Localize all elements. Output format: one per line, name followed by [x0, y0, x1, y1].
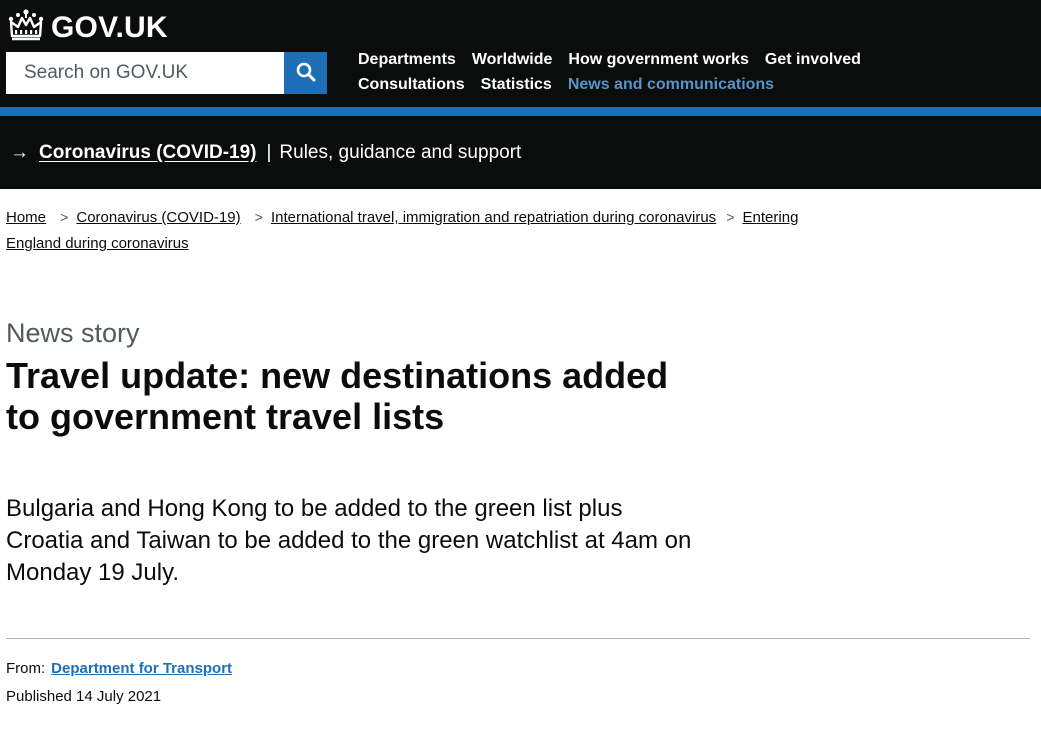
chevron-right-icon: >: [60, 209, 69, 225]
main-navigation: Departments Worldwide How government wor…: [358, 47, 918, 97]
nav-link-consultations[interactable]: Consultations: [358, 76, 465, 93]
breadcrumb-home[interactable]: Home: [6, 209, 46, 226]
covid-link[interactable]: Coronavirus (COVID-19): [39, 142, 256, 164]
divider: [6, 638, 1030, 639]
nav-link-statistics[interactable]: Statistics: [481, 76, 552, 93]
published-date: Published 14 July 2021: [6, 688, 162, 705]
site-header: GOV.UK Departments Worldwide How governm…: [0, 0, 1041, 107]
nav-link-get-involved[interactable]: Get involved: [765, 51, 861, 68]
search-button[interactable]: [284, 52, 327, 94]
from-row: From: Department for Transport: [6, 655, 232, 683]
article-caption: News story: [6, 318, 140, 348]
covid-banner: → Coronavirus (COVID-19) | Rules, guidan…: [0, 116, 1041, 189]
nav-link-news-and-communications[interactable]: News and communications: [568, 76, 774, 93]
nav-link-worldwide[interactable]: Worldwide: [472, 51, 553, 68]
header-accent-bar: [0, 107, 1041, 116]
arrow-right-icon: →: [10, 141, 29, 163]
crown-icon: [7, 8, 45, 47]
nav-link-how-government-works[interactable]: How government works: [568, 51, 748, 68]
chevron-right-icon: >: [726, 209, 735, 225]
breadcrumb: Home > Coronavirus (COVID-19) > Internatio…: [6, 204, 836, 257]
breadcrumb-international-travel[interactable]: International travel, immigration and re…: [271, 209, 716, 226]
covid-separator: |: [266, 141, 272, 163]
nav-link-departments[interactable]: Departments: [358, 51, 456, 68]
search-input[interactable]: [6, 52, 284, 94]
chevron-right-icon: >: [254, 209, 263, 225]
govuk-logo-link[interactable]: GOV.UK: [7, 8, 168, 47]
search-icon: [296, 62, 316, 85]
page-title: Travel update: new destinations added to…: [6, 355, 669, 437]
covid-subtitle: Rules, guidance and support: [279, 141, 522, 163]
search-form: [6, 52, 327, 94]
logo-text: GOV.UK: [51, 10, 168, 44]
breadcrumb-coronavirus[interactable]: Coronavirus (COVID-19): [76, 209, 240, 226]
article-metadata: From: Department for Transport Published …: [6, 655, 232, 711]
organisation-link[interactable]: Department for Transport: [51, 660, 232, 677]
from-label: From:: [6, 660, 46, 677]
article-lead: Bulgaria and Hong Kong to be added to th…: [6, 495, 692, 586]
